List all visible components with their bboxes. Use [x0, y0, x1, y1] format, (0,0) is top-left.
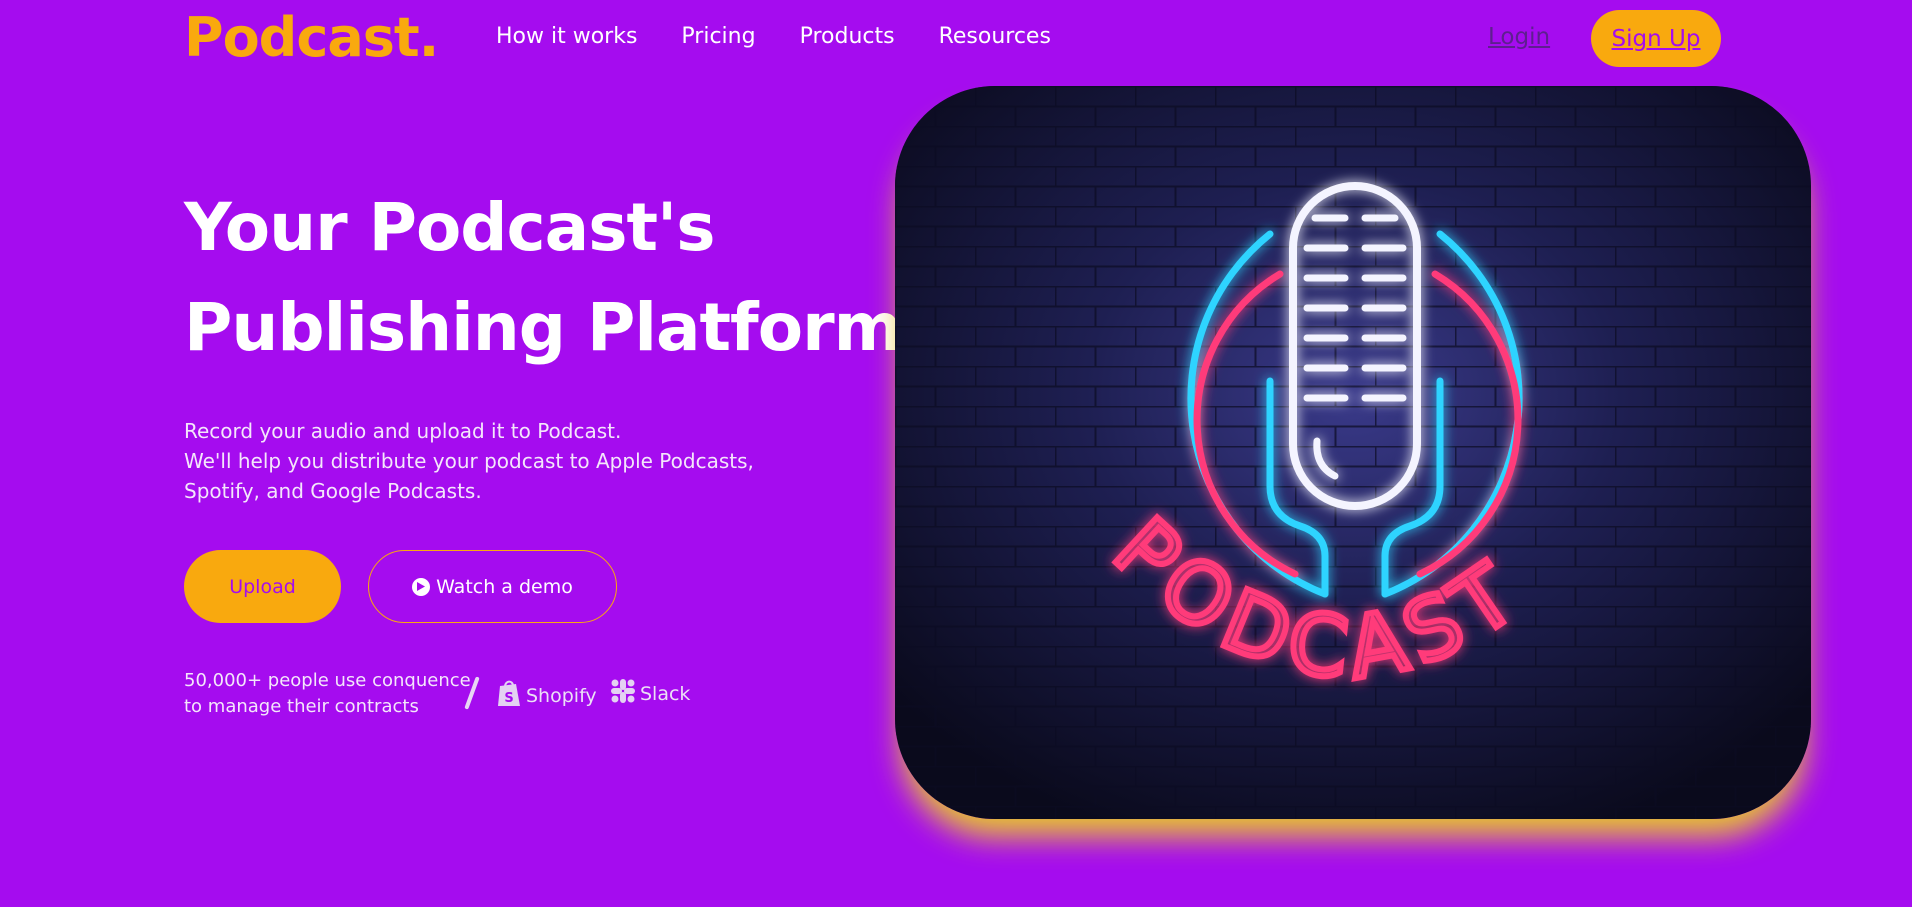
slack-icon [610, 678, 636, 709]
watch-demo-label: Watch a demo [436, 575, 573, 598]
headline-line-2: Publishing Platform. [184, 289, 926, 366]
signup-button[interactable]: Sign Up [1591, 10, 1721, 67]
description-line-2: We'll help you distribute your podcast t… [184, 449, 754, 473]
watch-demo-button[interactable]: Watch a demo [368, 550, 617, 623]
social-proof-line-1: 50,000+ people use conquence [184, 670, 471, 691]
headline-line-1: Your Podcast's [184, 189, 716, 266]
hero-headline: Your Podcast's Publishing Platform. [184, 178, 926, 378]
description-line-1: Record your audio and upload it to Podca… [184, 419, 622, 443]
nav-products[interactable]: Products [800, 24, 895, 49]
signup-label: Sign Up [1611, 25, 1701, 52]
slack-logo: Slack [610, 678, 690, 709]
hero-image: PODCAST [895, 86, 1811, 819]
logo[interactable]: Podcast. [184, 6, 439, 69]
main-nav: How it works Pricing Products Resources [496, 24, 1051, 49]
upload-button[interactable]: Upload [184, 550, 341, 623]
hero-description: Record your audio and upload it to Podca… [184, 416, 804, 506]
social-proof-line-2: to manage their contracts [184, 696, 419, 717]
shopify-logo: S Shopify [496, 678, 597, 713]
description-line-3: Spotify, and Google Podcasts. [184, 479, 482, 503]
login-link[interactable]: Login [1488, 24, 1550, 50]
shopify-icon: S [496, 678, 522, 713]
play-icon [412, 577, 431, 596]
nav-pricing[interactable]: Pricing [681, 24, 755, 49]
svg-text:S: S [504, 691, 513, 706]
nav-resources[interactable]: Resources [939, 24, 1051, 49]
social-proof: 50,000+ people use conquence to manage t… [184, 668, 474, 720]
nav-how-it-works[interactable]: How it works [496, 24, 637, 49]
upload-label: Upload [229, 575, 296, 598]
shopify-label: Shopify [526, 684, 597, 707]
slack-label: Slack [640, 682, 691, 705]
